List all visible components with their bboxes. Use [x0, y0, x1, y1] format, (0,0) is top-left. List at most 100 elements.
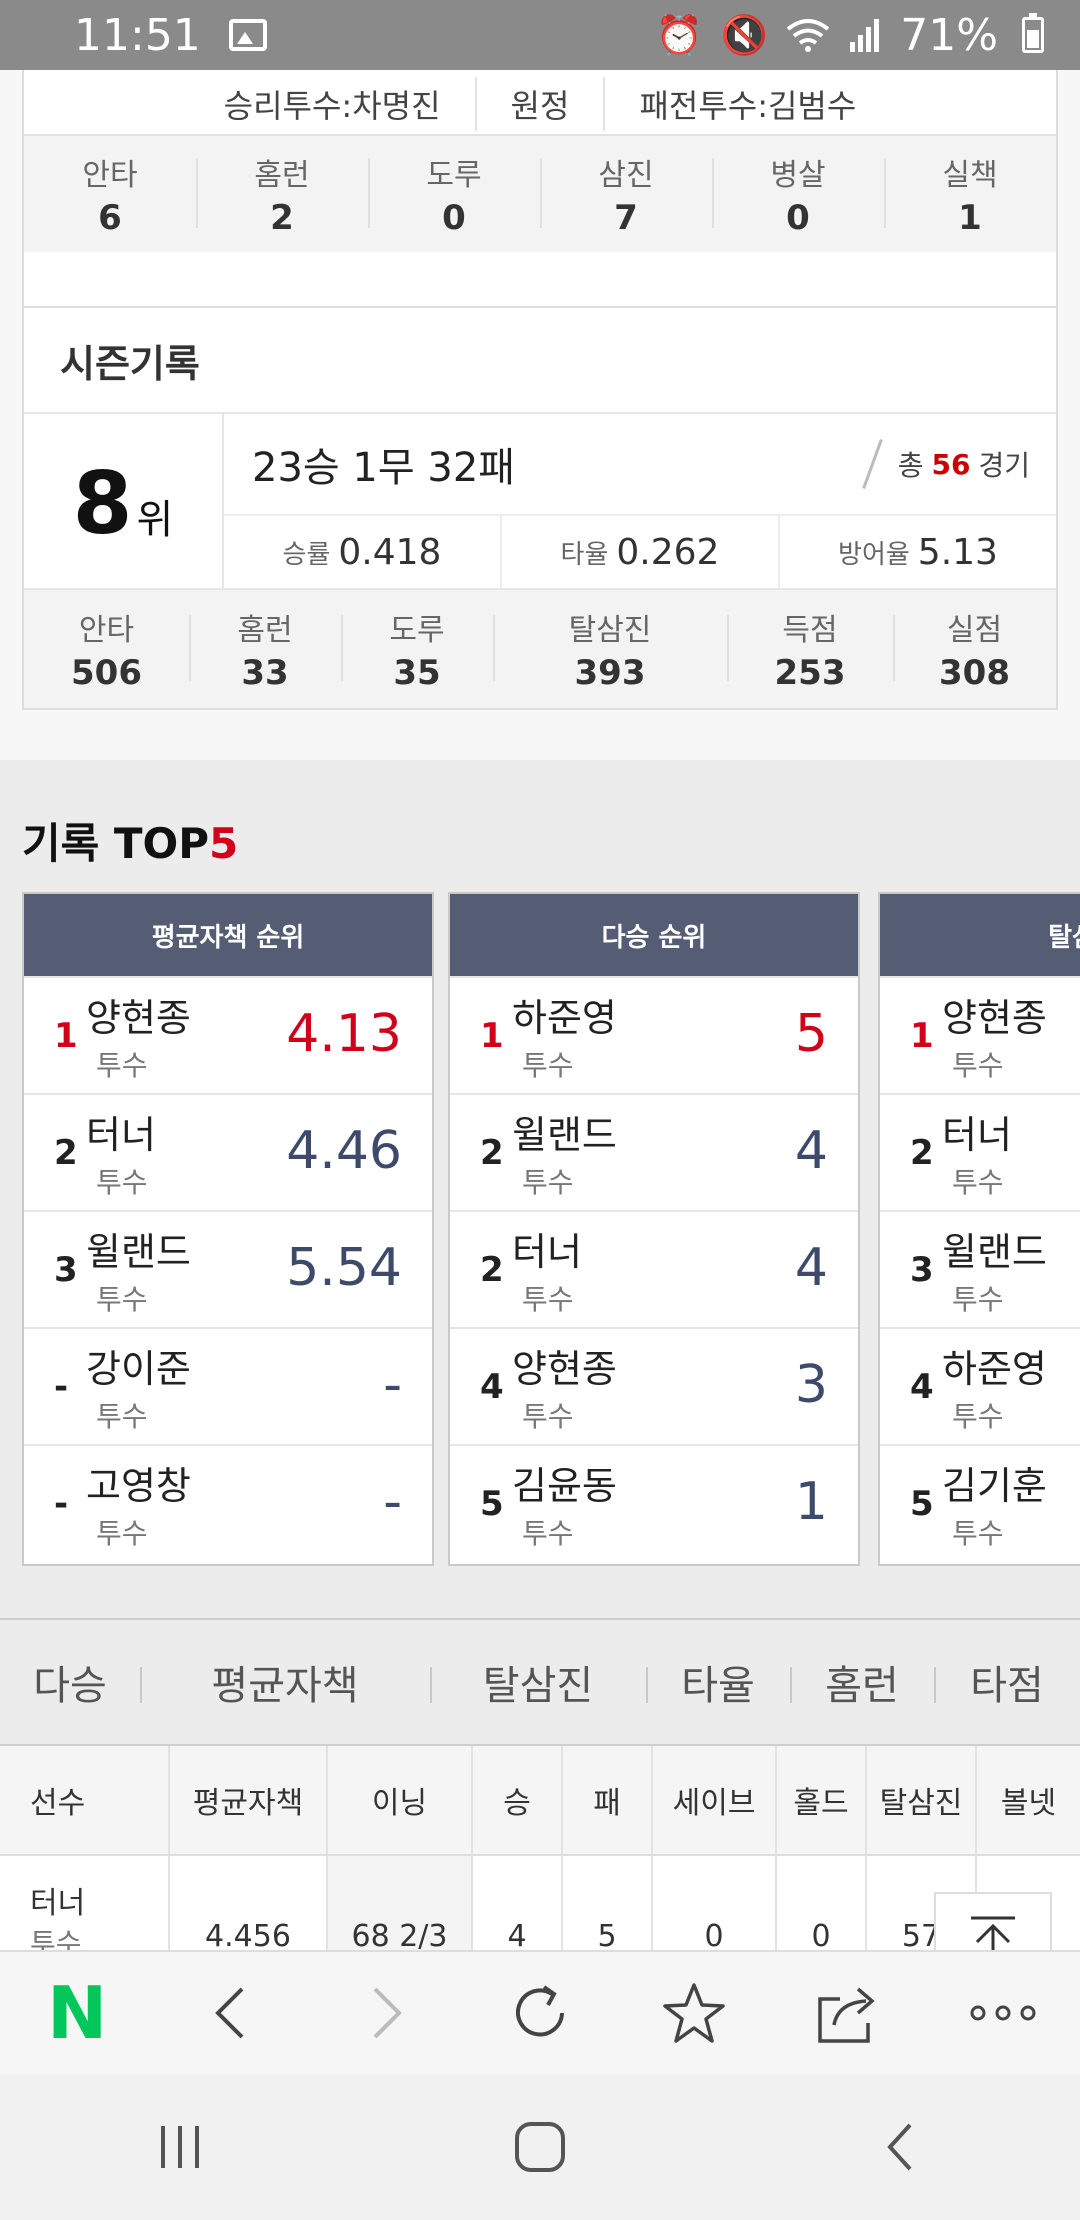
tab-era[interactable]: 평균자책: [140, 1653, 430, 1711]
table-row[interactable]: 터너투수 4.456 68 2/3 4 5 0 0 57 20: [0, 1856, 1080, 1950]
stat-cell: 도루 0: [368, 150, 540, 238]
rank-value: 4.13: [286, 1004, 402, 1064]
stat-label: 득점: [782, 613, 838, 648]
player: 김기훈투수: [942, 1455, 1047, 1552]
list-item[interactable]: 1 하준영 투수 5: [450, 976, 858, 1093]
signal-icon: [850, 19, 880, 52]
record-rates: 승률 0.418 타율 0.262 방어율 5.13: [224, 516, 1056, 588]
rate-label: 방어율: [838, 539, 910, 570]
team-rank: 8 위: [24, 414, 224, 588]
refresh-button[interactable]: [490, 1963, 590, 2063]
stat-label: 홈런: [237, 613, 293, 648]
season-stats: 안타 506 홈런 33 도루 35 탈삼진 393 득점 253 실점 308: [24, 590, 1056, 708]
rank-value: 4.46: [286, 1121, 402, 1181]
tab-wins[interactable]: 다승: [0, 1653, 140, 1711]
column-header[interactable]: 승: [473, 1746, 563, 1854]
player-position: 투수: [952, 1283, 1004, 1316]
stat-value: 393: [574, 653, 646, 693]
column-header[interactable]: 탈삼진: [867, 1746, 977, 1854]
column-header[interactable]: 이닝: [328, 1746, 473, 1854]
home-icon: [515, 2122, 565, 2172]
rate-value: 5.13: [917, 531, 998, 573]
player-position: 투수: [952, 1049, 1004, 1082]
table-cell: 68 2/3: [328, 1856, 473, 1950]
list-item[interactable]: 3 윌랜드 투수 5.54: [24, 1210, 432, 1327]
player: 고영창 투수: [86, 1455, 191, 1552]
player: 하준영 투수: [942, 1338, 1047, 1435]
player: 터너 투수: [86, 1104, 156, 1201]
list-item[interactable]: - 강이준 투수 -: [24, 1327, 432, 1444]
card-header: 탈삼진: [880, 894, 1080, 976]
player-position: 투수: [96, 1283, 148, 1316]
status-icons: ⏰ 🔇 71%: [656, 10, 1044, 61]
list-item[interactable]: 1 양현종 투수: [880, 976, 1080, 1093]
list-item[interactable]: 5 김기훈 투수: [880, 1444, 1080, 1561]
rank-value: 1: [794, 1472, 828, 1532]
rank: 3: [54, 1249, 78, 1290]
slash-divider: [861, 439, 883, 489]
recent-apps-button[interactable]: [130, 2097, 230, 2197]
list-item[interactable]: 4 양현종 투수 3: [450, 1327, 858, 1444]
column-header[interactable]: 선수: [0, 1746, 170, 1854]
record-tabs: 다승 평균자책 탈삼진 타율 홈런 타점: [0, 1618, 1080, 1746]
stat-cell: 실점 308: [893, 605, 1056, 693]
list-item[interactable]: 1 양현종 투수 4.13: [24, 976, 432, 1093]
list-item[interactable]: 5 김윤동 투수 1: [450, 1444, 858, 1561]
player-position: 투수: [30, 1927, 82, 1950]
forward-button[interactable]: [336, 1963, 436, 2063]
list-item[interactable]: 2 터너 투수: [880, 1093, 1080, 1210]
games-count: 56: [931, 447, 971, 481]
wins-ranking-card[interactable]: 다승 순위 1 하준영 투수 5 2 윌랜드 투수 4 2 터너 투수 4 4 양현종 투수 3 5 김윤…: [448, 892, 860, 1566]
stat-label: 실책: [942, 158, 998, 193]
list-item[interactable]: 3 윌랜드 투수: [880, 1210, 1080, 1327]
stat-cell: 안타 6: [24, 150, 196, 238]
player-name: 김기훈: [942, 1464, 1047, 1508]
naver-logo-icon: N: [47, 1971, 108, 2055]
stat-value: 35: [393, 653, 441, 693]
player: 터너 투수: [512, 1221, 582, 1318]
stat-label: 탈삼진: [568, 613, 652, 648]
share-button[interactable]: [799, 1963, 899, 2063]
table-cell: 0: [653, 1856, 777, 1950]
stat-value: 506: [71, 653, 142, 693]
tab-homeruns[interactable]: 홈런: [790, 1653, 934, 1711]
stat-label: 삼진: [598, 158, 654, 193]
stat-label: 병살: [770, 158, 826, 193]
stat-value: 0: [442, 198, 466, 238]
tab-rbi[interactable]: 타점: [934, 1653, 1080, 1711]
naver-home-button[interactable]: N: [27, 1963, 127, 2063]
tab-strikeouts[interactable]: 탈삼진: [430, 1653, 646, 1711]
stat-value: 6: [98, 198, 122, 238]
stat-value: 253: [774, 653, 846, 693]
player: 윌랜드 투수: [942, 1221, 1047, 1318]
player: 윌랜드 투수: [512, 1104, 617, 1201]
stat-label: 홈런: [254, 158, 310, 193]
top5-cards[interactable]: 평균자책 순위 1 양현종 투수 4.13 2 터너 투수 4.46 3 윌랜드 투수 5.54 …: [22, 892, 1080, 1566]
strikeout-ranking-card[interactable]: 탈삼진 1양현종투수 2터너투수 3윌랜드투수 4하준영투수 5김기훈투수: [878, 892, 1080, 1566]
column-header[interactable]: 볼넷: [977, 1746, 1080, 1854]
system-back-button[interactable]: [850, 2097, 950, 2197]
rank-number: 8: [72, 454, 133, 554]
home-button[interactable]: [490, 2097, 590, 2197]
list-item[interactable]: 2 터너 투수 4.46: [24, 1093, 432, 1210]
era-ranking-card[interactable]: 평균자책 순위 1 양현종 투수 4.13 2 터너 투수 4.46 3 윌랜드 투수 5.54 …: [22, 892, 434, 1566]
bookmark-button[interactable]: [644, 1963, 744, 2063]
more-button[interactable]: [953, 1963, 1053, 2063]
column-header[interactable]: 평균자책: [170, 1746, 328, 1854]
back-button[interactable]: [181, 1963, 281, 2063]
player-name: 양현종: [512, 1347, 617, 1391]
column-header[interactable]: 홀드: [777, 1746, 867, 1854]
scroll-to-top-button[interactable]: [934, 1892, 1052, 1950]
list-item[interactable]: 2 터너 투수 4: [450, 1210, 858, 1327]
list-item[interactable]: 4 하준영 투수: [880, 1327, 1080, 1444]
tab-batting-avg[interactable]: 타율: [646, 1653, 790, 1711]
player-position: 투수: [952, 1517, 1004, 1550]
player-name: 김윤동: [512, 1464, 617, 1508]
game-location: 원정: [510, 87, 570, 125]
rank: 2: [480, 1132, 504, 1173]
player-name: 양현종: [86, 996, 191, 1040]
column-header[interactable]: 세이브: [653, 1746, 777, 1854]
list-item[interactable]: 2 윌랜드 투수 4: [450, 1093, 858, 1210]
column-header[interactable]: 패: [563, 1746, 653, 1854]
list-item[interactable]: - 고영창 투수 -: [24, 1444, 432, 1561]
